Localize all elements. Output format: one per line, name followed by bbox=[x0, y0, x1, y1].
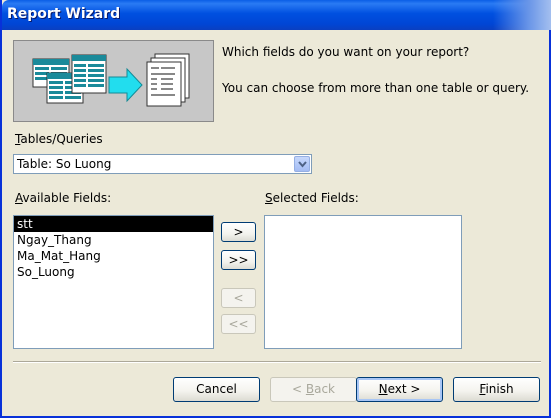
title-bar-fade bbox=[493, 0, 551, 30]
selected-fields-mnemonic: S bbox=[265, 191, 273, 205]
back-button-mnemonic: B bbox=[305, 382, 315, 396]
tables-to-report-icon bbox=[32, 53, 190, 107]
remove-all-fields-button[interactable]: << bbox=[221, 314, 256, 334]
available-fields-list[interactable]: stt Ngay_Thang Ma_Mat_Hang So_Luong bbox=[13, 215, 214, 349]
wizard-illustration bbox=[13, 40, 214, 122]
list-item[interactable]: So_Luong bbox=[14, 264, 213, 280]
chevron-down-icon bbox=[298, 161, 307, 168]
title-bar[interactable]: Report Wizard bbox=[2, 0, 551, 30]
window-title: Report Wizard bbox=[7, 6, 121, 22]
list-item[interactable]: Ma_Mat_Hang bbox=[14, 248, 213, 264]
next-button-text: ext > bbox=[387, 382, 421, 396]
remove-field-button[interactable]: < bbox=[221, 288, 256, 308]
available-fields-mnemonic: A bbox=[15, 191, 23, 205]
finish-button-text: inish bbox=[485, 382, 514, 396]
cancel-button[interactable]: Cancel bbox=[173, 377, 260, 402]
wizard-question: Which fields do you want on your report? bbox=[222, 45, 470, 59]
wizard-hint: You can choose from more than one table … bbox=[222, 81, 530, 95]
report-wizard-window: Report Wizard Which fields do you want o… bbox=[0, 0, 551, 418]
back-button-text: ack bbox=[314, 382, 335, 396]
selected-fields-label: Selected Fields: bbox=[265, 191, 359, 205]
next-button-mnemonic: N bbox=[378, 382, 388, 396]
list-item[interactable]: Ngay_Thang bbox=[14, 232, 213, 248]
selected-fields-list[interactable] bbox=[264, 215, 462, 349]
available-fields-label: Available Fields: bbox=[15, 191, 111, 205]
tables-queries-label-text: ables/Queries bbox=[20, 132, 103, 146]
tables-queries-label: Tables/Queries bbox=[15, 132, 103, 146]
back-button[interactable]: < Back bbox=[270, 377, 357, 402]
next-button[interactable]: Next > bbox=[356, 377, 443, 402]
tables-queries-value: Table: So Luong bbox=[17, 157, 112, 171]
back-button-prefix: < bbox=[291, 382, 306, 396]
footer-divider bbox=[13, 361, 541, 363]
list-item[interactable]: stt bbox=[14, 216, 213, 232]
available-fields-label-text: vailable Fields: bbox=[22, 191, 112, 205]
selected-fields-label-text: elected Fields: bbox=[272, 191, 359, 205]
add-field-button[interactable]: > bbox=[221, 222, 256, 242]
finish-button[interactable]: Finish bbox=[453, 377, 540, 402]
combo-dropdown-button[interactable] bbox=[294, 156, 310, 172]
add-all-fields-button[interactable]: >> bbox=[221, 250, 256, 270]
tables-queries-combo[interactable]: Table: So Luong bbox=[13, 154, 312, 174]
